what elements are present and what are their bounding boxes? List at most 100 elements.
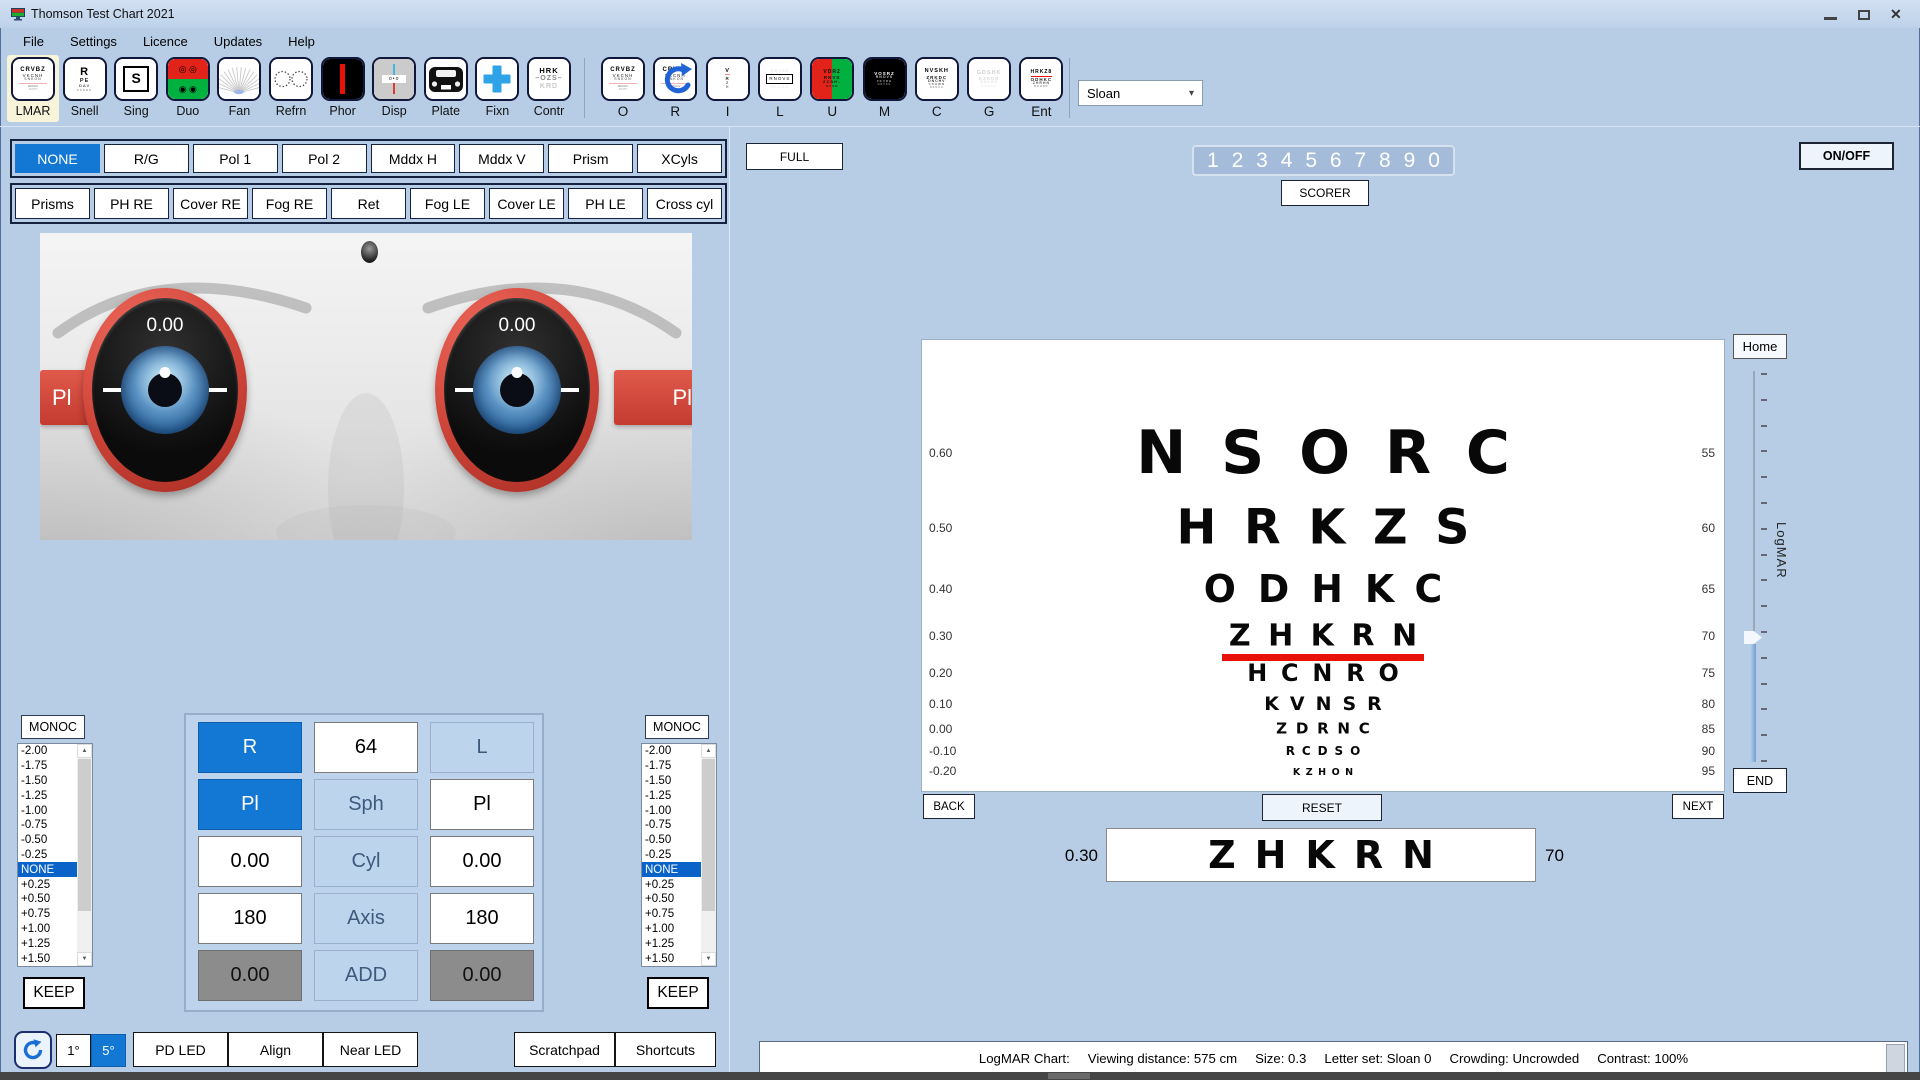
button-shortcuts[interactable]: Shortcuts [615,1032,716,1067]
tool-lmar-button[interactable]: CRVBZVKCNHSNKONRZCHVEVOTH [11,57,55,101]
rx-sph-label[interactable]: Sph [314,779,418,830]
rx-le-eye[interactable]: L [430,722,534,773]
status-grip[interactable] [1886,1044,1905,1073]
menu-settings[interactable]: Settings [57,34,130,49]
right-lens-dial[interactable]: 0.00 [83,288,247,492]
scrollbar-thumb[interactable] [78,759,91,911]
tool-i-button[interactable]: VRZH [706,57,750,101]
tab-r-g[interactable]: R/G [104,144,189,173]
rx-re-eye[interactable]: R [198,722,302,773]
keypad-digit-7[interactable]: 7 [1354,149,1366,173]
keypad-digit-6[interactable]: 6 [1330,149,1342,173]
monoc-option-+0.50[interactable]: +0.50 [18,892,81,907]
scroll-down-icon[interactable]: ▼ [701,952,716,966]
monoc-option--1.50[interactable]: -1.50 [18,774,81,789]
tool-l-button[interactable]: GRVBZRNOVSHKCZD [758,57,802,101]
monoc-button[interactable]: MONOC [645,715,709,739]
tool-disp-button[interactable]: o•o [372,57,416,101]
monoc-option-none[interactable]: NONE [18,862,81,877]
menu-file[interactable]: File [10,34,57,49]
minimize-icon[interactable] [1824,17,1837,20]
monoc-option-+1.50[interactable]: +1.50 [642,951,705,966]
monoc-option--1.25[interactable]: -1.25 [642,788,705,803]
keypad-digit-8[interactable]: 8 [1379,149,1391,173]
tool-m-button[interactable]: VOSRZRNOVSZKVDHNRVSK [863,57,907,101]
keypad-digit-3[interactable]: 3 [1256,149,1268,173]
monoc-option--0.25[interactable]: -0.25 [18,848,81,863]
monoc-option--0.25[interactable]: -0.25 [642,848,705,863]
monoc-button[interactable]: MONOC [21,715,85,739]
menu-updates[interactable]: Updates [201,34,275,49]
full-screen-button[interactable]: FULL [746,143,843,170]
rx-re-cyl[interactable]: 0.00 [198,836,302,887]
tool-r-button[interactable]: CRVBZVKCNHSNKONRZCHVEVOTH [653,57,697,101]
monoc-option-+0.25[interactable]: +0.25 [18,877,81,892]
rx-axis-label[interactable]: Axis [314,893,418,944]
monoc-option-+0.50[interactable]: +0.50 [642,892,705,907]
tab-none[interactable]: NONE [15,144,100,173]
monoc-option-none[interactable]: NONE [642,862,705,877]
scrollbar-thumb[interactable] [702,759,715,911]
tool-u-button[interactable]: VDRZRNVSZCDH–NVSR [810,57,854,101]
close-icon[interactable]: ✕ [1890,6,1902,23]
scroll-down-icon[interactable]: ▼ [77,952,92,966]
keypad-digit-0[interactable]: 0 [1428,149,1440,173]
monoc-option--0.50[interactable]: -0.50 [642,833,705,848]
tab-ph-le[interactable]: PH LE [568,188,643,219]
tool-g-button[interactable]: GDSHKKZNDRHSKRHNSNHC [967,57,1011,101]
keypad-digit-2[interactable]: 2 [1232,149,1244,173]
tool-fixn-button[interactable] [475,57,519,101]
tool-contr-button[interactable]: HRK–OZS–KRD [527,57,571,101]
tool-c-button[interactable]: NVSKHZRKDCDNCHVCSHWNRKDSH [915,57,959,101]
monoc-option-+1.25[interactable]: +1.25 [18,936,81,951]
button-scratchpad[interactable]: Scratchpad [514,1032,615,1067]
tab-cover-re[interactable]: Cover RE [173,188,248,219]
monoc-option--0.75[interactable]: -0.75 [642,818,705,833]
tab-cross-cyl[interactable]: Cross cyl [647,188,722,219]
monoc-list[interactable]: -2.00-1.75-1.50-1.25-1.00-0.75-0.50-0.25… [17,743,93,967]
tab-xcyls[interactable]: XCyls [637,144,722,173]
step-1-degree-button[interactable]: 1° [56,1034,91,1067]
tab-ret[interactable]: Ret [331,188,406,219]
scroll-up-icon[interactable]: ▲ [701,744,716,758]
monoc-option-+1.00[interactable]: +1.00 [18,922,81,937]
monoc-option-+0.75[interactable]: +0.75 [642,907,705,922]
monoc-option-+1.00[interactable]: +1.00 [642,922,705,937]
keypad-digit-1[interactable]: 1 [1207,149,1219,173]
tool-sing-button[interactable]: S [114,57,158,101]
tab-fog-re[interactable]: Fog RE [252,188,327,219]
monoc-option--1.50[interactable]: -1.50 [642,774,705,789]
monoc-option--2.00[interactable]: -2.00 [642,744,705,759]
tool-ent-button[interactable]: HRKZ8ODHKCZHRHNHCHRO [1019,57,1063,101]
tab-mddx-v[interactable]: Mddx V [459,144,544,173]
letter-set-select[interactable]: Sloan ▾ [1078,80,1203,106]
rx-pd-value[interactable]: 64 [314,722,418,773]
tool-duo-button[interactable]: ◎ ◎◉ ◉ [166,57,210,101]
monoc-option-+1.50[interactable]: +1.50 [18,951,81,966]
monoc-option-+0.25[interactable]: +0.25 [642,877,705,892]
onoff-button[interactable]: ON/OFF [1799,142,1894,170]
monoc-option--1.75[interactable]: -1.75 [642,759,705,774]
next-button[interactable]: NEXT [1672,794,1724,819]
keep-button[interactable]: KEEP [647,977,709,1009]
rx-le-sph[interactable]: Pl [430,779,534,830]
monoc-option--1.25[interactable]: -1.25 [18,788,81,803]
tab-prism[interactable]: Prism [548,144,633,173]
rx-le-axis[interactable]: 180 [430,893,534,944]
rx-le-cyl[interactable]: 0.00 [430,836,534,887]
monoc-option--1.00[interactable]: -1.00 [18,803,81,818]
scorer-button[interactable]: SCORER [1281,180,1369,206]
monoc-option--0.75[interactable]: -0.75 [18,818,81,833]
scrollbar[interactable]: ▲▼ [77,744,92,966]
end-button[interactable]: END [1733,768,1787,793]
keypad-digit-9[interactable]: 9 [1404,149,1416,173]
monoc-option-+1.25[interactable]: +1.25 [642,936,705,951]
rx-re-sph[interactable]: Pl [198,779,302,830]
step-5-degree-button[interactable]: 5° [91,1034,126,1067]
monoc-option--1.75[interactable]: -1.75 [18,759,81,774]
left-lens-axis-tab[interactable]: Pl [614,370,692,425]
keypad-digit-4[interactable]: 4 [1281,149,1293,173]
maximize-icon[interactable] [1858,10,1870,20]
tab-cover-le[interactable]: Cover LE [489,188,564,219]
scroll-up-icon[interactable]: ▲ [77,744,92,758]
